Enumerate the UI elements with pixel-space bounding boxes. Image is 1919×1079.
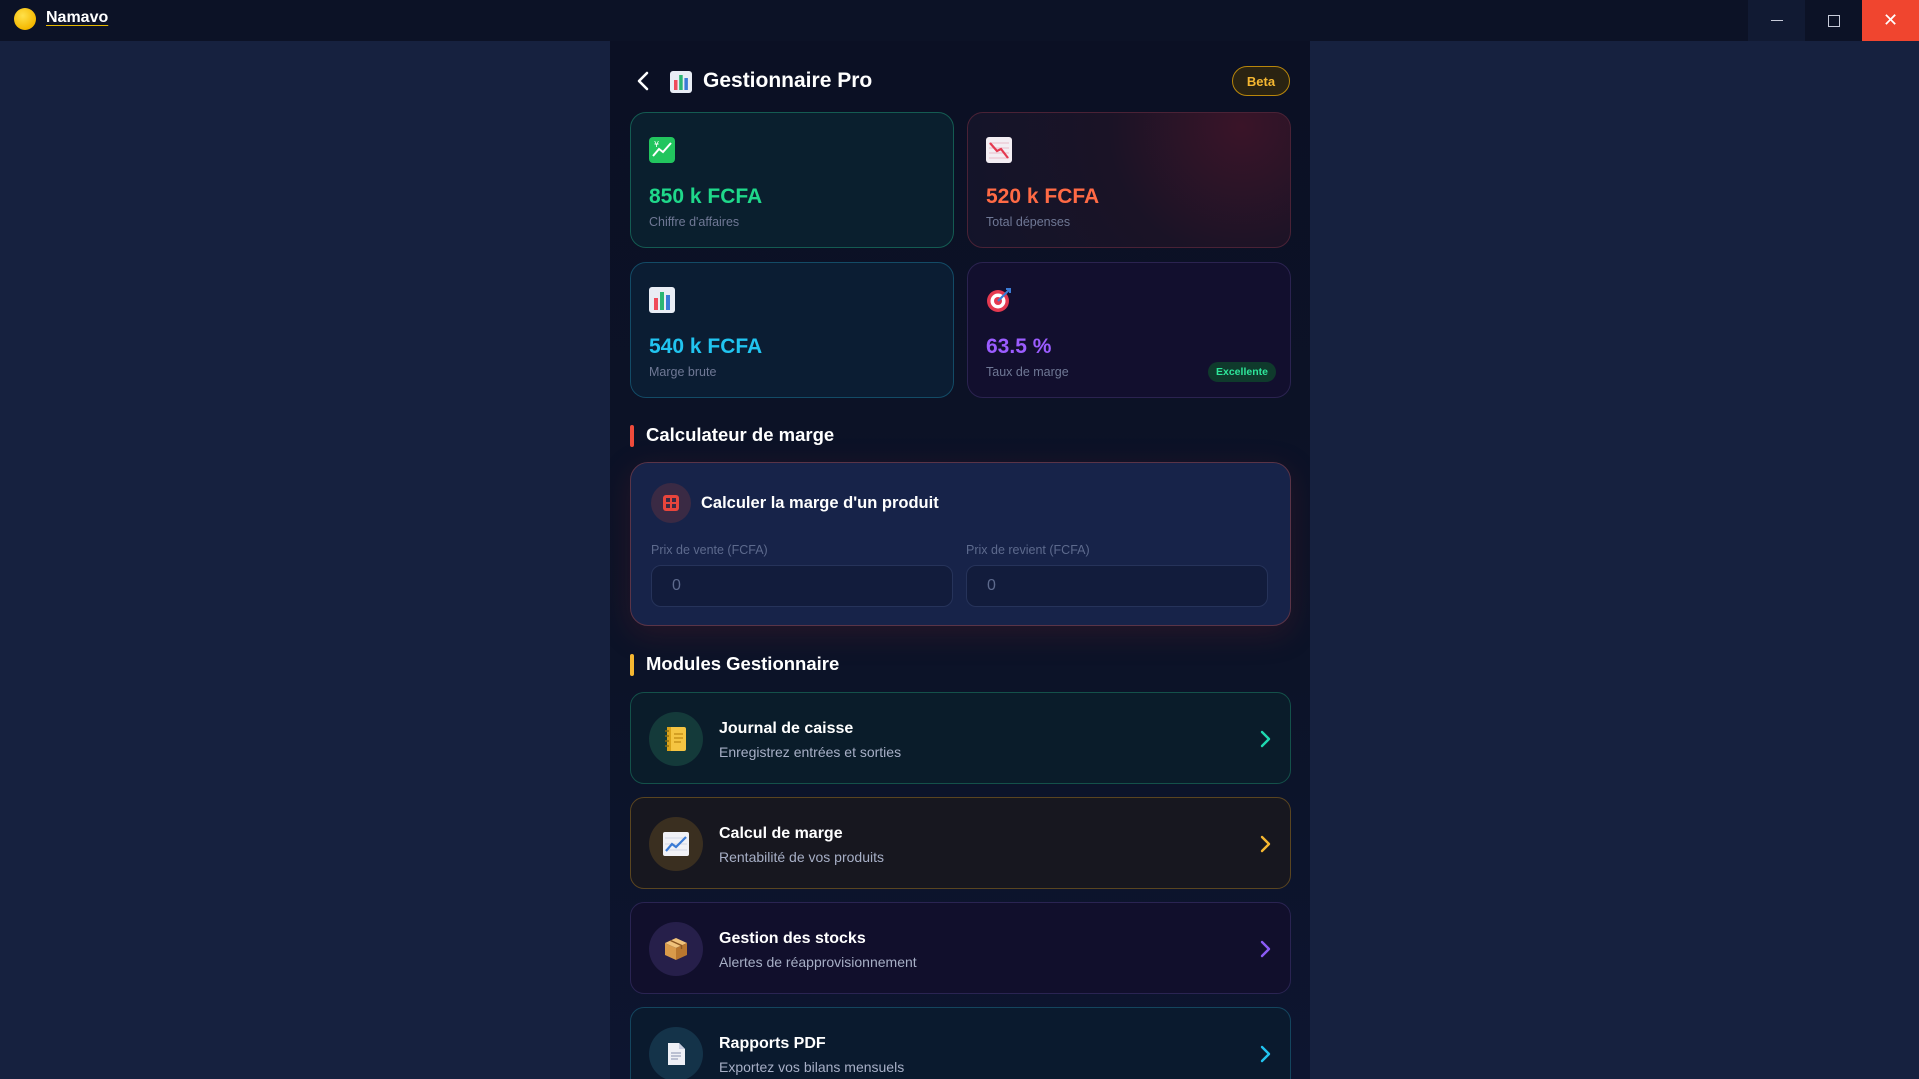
module-subtitle: Rentabilité de vos produits: [719, 849, 884, 865]
cost-price-input[interactable]: [966, 565, 1268, 607]
module-title: Calcul de marge: [719, 825, 843, 842]
sale-price-label: Prix de vente (FCFA): [651, 543, 768, 557]
stat-card-revenue: ¥ 850 k FCFA Chiffre d'affaires: [630, 112, 954, 248]
minimize-button[interactable]: [1748, 0, 1805, 41]
stat-card-gross-margin: 540 k FCFA Marge brute: [630, 262, 954, 398]
maximize-button[interactable]: [1805, 0, 1862, 41]
status-badge: Excellente: [1208, 362, 1276, 382]
section-title-calculator: Calculateur de marge: [630, 424, 835, 447]
package-icon: [649, 922, 703, 976]
bar-chart-icon: [649, 287, 675, 313]
stat-value: 63.5 %: [986, 335, 1052, 358]
chart-down-icon: [986, 137, 1012, 163]
stat-label: Taux de marge: [986, 365, 1069, 379]
module-rapports-pdf[interactable]: Rapports PDF Exportez vos bilans mensuel…: [630, 1007, 1291, 1079]
chevron-left-icon: [637, 71, 649, 91]
close-icon: ✕: [1882, 10, 1899, 30]
stat-value: 540 k FCFA: [649, 335, 763, 358]
module-subtitle: Enregistrez entrées et sorties: [719, 744, 902, 760]
stat-label: Chiffre d'affaires: [649, 215, 740, 229]
app-title[interactable]: Namavo: [46, 9, 108, 27]
window-titlebar: Namavo ✕: [0, 0, 1919, 41]
section-title-text: Modules Gestionnaire: [646, 653, 840, 674]
stat-value: 850 k FCFA: [649, 185, 763, 208]
sale-price-input[interactable]: [651, 565, 953, 607]
stat-value: 520 k FCFA: [986, 185, 1100, 208]
chart-up-icon: [649, 817, 703, 871]
close-button[interactable]: ✕: [1862, 0, 1919, 41]
app-logo-icon: [14, 8, 36, 30]
target-icon: [987, 288, 1011, 312]
stat-label: Marge brute: [649, 365, 717, 379]
module-title: Journal de caisse: [719, 720, 854, 737]
chevron-right-icon: [1260, 835, 1271, 853]
notebook-icon: [649, 712, 703, 766]
calculator-icon: [651, 483, 691, 523]
chart-up-icon: ¥: [649, 137, 675, 163]
module-subtitle: Alertes de réapprovisionnement: [719, 954, 917, 970]
page-header: Gestionnaire Pro Beta: [610, 63, 1310, 99]
page-title: Gestionnaire Pro: [703, 69, 873, 92]
module-gestion-des-stocks[interactable]: Gestion des stocks Alertes de réapprovis…: [630, 902, 1291, 994]
bar-chart-icon: [670, 71, 692, 93]
document-icon: [649, 1027, 703, 1079]
module-calcul-de-marge[interactable]: Calcul de marge Rentabilité de vos produ…: [630, 797, 1291, 889]
chevron-right-icon: [1260, 940, 1271, 958]
stat-card-margin-rate: 63.5 % Taux de marge Excellente: [967, 262, 1291, 398]
stat-card-expenses: 520 k FCFA Total dépenses: [967, 112, 1291, 248]
module-subtitle: Exportez vos bilans mensuels: [719, 1059, 905, 1075]
chevron-right-icon: [1260, 1045, 1271, 1063]
section-accent-bar: [630, 425, 634, 447]
stat-label: Total dépenses: [986, 215, 1071, 229]
back-button[interactable]: [632, 69, 654, 93]
main-panel: Gestionnaire Pro Beta ¥ 850 k FCFA Chiff…: [610, 41, 1310, 1079]
margin-calculator-card: Calculer la marge d'un produit Prix de v…: [630, 462, 1291, 626]
cost-price-label: Prix de revient (FCFA): [966, 543, 1090, 557]
maximize-icon: [1827, 14, 1840, 27]
module-title: Gestion des stocks: [719, 930, 866, 947]
section-title-modules: Modules Gestionnaire: [630, 653, 840, 676]
section-accent-bar: [630, 654, 634, 676]
chevron-right-icon: [1260, 730, 1271, 748]
section-title-text: Calculateur de marge: [646, 424, 835, 445]
svg-text:¥: ¥: [654, 140, 659, 149]
calculator-title: Calculer la marge d'un produit: [701, 494, 939, 512]
minimize-icon: [1770, 20, 1783, 21]
beta-badge: Beta: [1232, 66, 1290, 96]
module-title: Rapports PDF: [719, 1035, 826, 1052]
module-journal-de-caisse[interactable]: Journal de caisse Enregistrez entrées et…: [630, 692, 1291, 784]
